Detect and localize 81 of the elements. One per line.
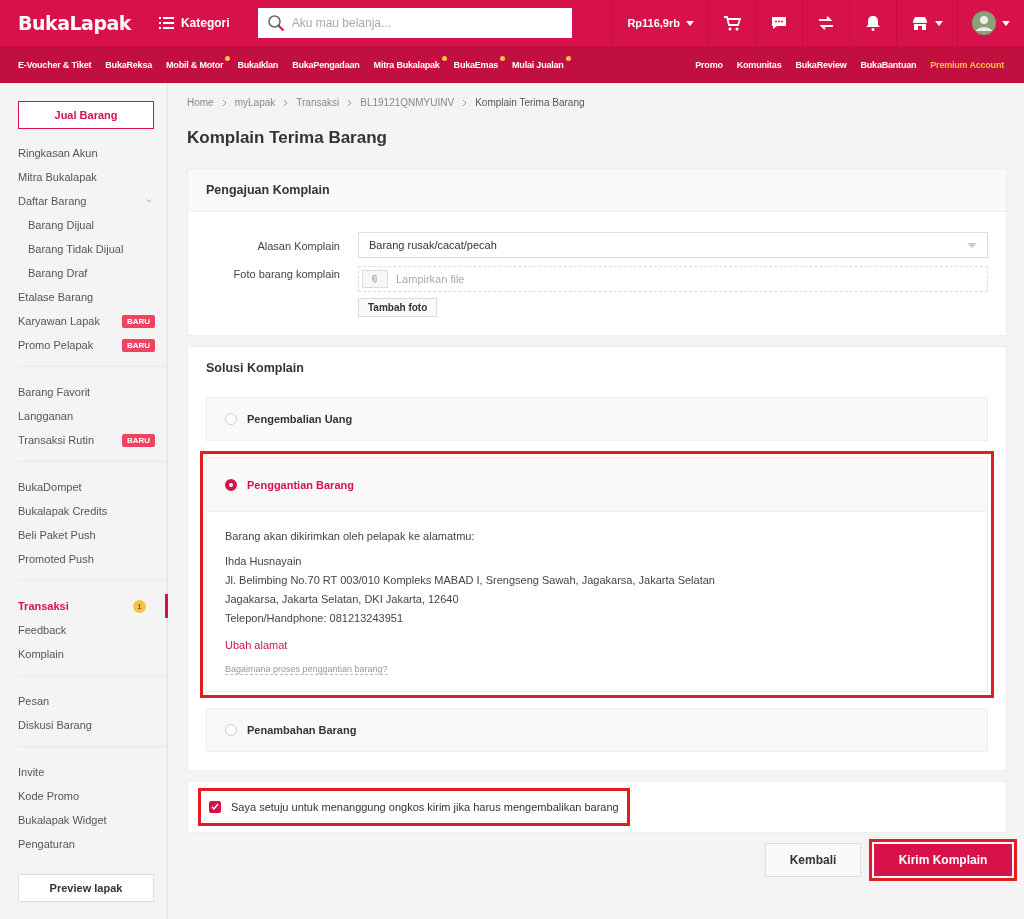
sidebar-item[interactable]: Pesan (18, 689, 167, 713)
caret-icon (1002, 20, 1010, 26)
cart-icon (723, 14, 741, 32)
sidebar-item[interactable]: Promoted Push (18, 547, 167, 571)
file-field[interactable]: Lampirkan file (358, 266, 988, 292)
bell-icon (864, 14, 882, 32)
solution-radio[interactable]: Penggantian Barang (207, 458, 987, 512)
paperclip-icon (370, 273, 380, 285)
solution-radio[interactable]: Penambahan Barang (207, 709, 987, 751)
chevron-right-icon (283, 98, 289, 107)
new-badge: BARU (121, 314, 155, 328)
menu-icon (156, 14, 175, 32)
sidebar-item[interactable]: Langganan (18, 404, 167, 428)
nav-link[interactable]: Mobil & Motor (166, 59, 230, 70)
page-title: Komplain Terima Barang (187, 128, 388, 148)
address-line: Telepon/Handphone: 081213243951 (225, 612, 404, 624)
address-line: Ihda Husnayain (225, 555, 303, 567)
sidebar-item[interactable]: Invite (18, 760, 167, 784)
nav-link[interactable]: Premium Account (930, 59, 1010, 70)
address-line: Jl. Belimbing No.70 RT 003/010 Kompleks MABAD I, Srengseng Sawah, Jagakarsa, Jakarta Selatan (225, 574, 716, 586)
nav-link[interactable]: BukaEmas (453, 59, 505, 70)
sidebar-item[interactable]: Barang Favorit (18, 380, 167, 404)
chat-bubble-icon (770, 14, 788, 32)
sidebar-item[interactable]: Feedback (18, 618, 167, 642)
nav-link[interactable]: BukaBantuan (860, 59, 923, 70)
store-icon (911, 14, 929, 32)
change-address-link[interactable]: Ubah alamat (225, 639, 969, 651)
nav-link[interactable]: E-Voucher & Tiket (18, 59, 98, 70)
consent-checkbox[interactable]: Saya setuju untuk menanggung ongkos kirim jika harus mengembalikan barang (198, 788, 630, 826)
avatar-icon (972, 11, 996, 35)
add-photo-button[interactable]: Tambah foto (358, 298, 438, 317)
sell-button[interactable]: Jual Barang (18, 101, 154, 129)
category-button[interactable]: Kategori (152, 10, 234, 36)
sidebar-item[interactable]: Komplain (18, 642, 167, 666)
sidebar-item[interactable]: Barang Dijual (18, 213, 167, 237)
nav-link[interactable]: Mitra Bukalapak (373, 59, 446, 70)
chevron-right-icon (462, 98, 468, 107)
sidebar-item[interactable]: Transaksi Rutin BARU (18, 428, 167, 452)
card-title: Pengajuan Komplain (188, 169, 1006, 212)
nav-link[interactable]: BukaIklan (237, 59, 285, 70)
caret-icon (686, 20, 694, 26)
nav-link[interactable]: Komunitas (736, 59, 788, 70)
nav-link[interactable]: Mulai Jualan (512, 59, 570, 70)
sidebar-item[interactable]: Pengaturan (18, 832, 167, 856)
nav-link[interactable]: BukaReksa (105, 59, 159, 70)
search-icon (266, 14, 285, 32)
field-label: Foto barang komplain (232, 267, 340, 280)
new-badge: BARU (121, 338, 155, 352)
sidebar-item[interactable]: Etalase Barang (18, 285, 167, 309)
back-button[interactable]: Kembali (765, 843, 861, 877)
nav-link[interactable]: BukaPengadaan (292, 59, 366, 70)
sidebar-item[interactable]: Promo Pelapak BARU (18, 333, 167, 357)
nav-link[interactable]: BukaReview (795, 59, 853, 70)
sidebar-item[interactable]: Karyawan Lapak BARU (18, 309, 167, 333)
preview-button[interactable]: Preview lapak (18, 874, 154, 902)
sidebar-item[interactable]: Kode Promo (18, 784, 167, 808)
sidebar-item[interactable]: Bukalapak Widget (18, 808, 167, 832)
sidebar-item[interactable]: Ringkasan Akun (18, 141, 167, 165)
sidebar-item[interactable]: Diskusi Barang (18, 713, 167, 737)
new-badge: BARU (121, 433, 155, 447)
caret-icon (967, 242, 977, 248)
sidebar-item[interactable]: Bukalapak Credits (18, 499, 167, 523)
logo[interactable]: BukaLapak (18, 11, 131, 35)
search-field[interactable]: Aku mau belanja... (257, 8, 572, 38)
sidebar-item[interactable]: Barang Tidak Dijual (18, 237, 167, 261)
submit-button[interactable]: Kirim Komplain (873, 843, 1013, 877)
sidebar-item[interactable]: BukaDompet (18, 475, 167, 499)
solution-radio[interactable]: Pengembalian Uang (207, 398, 987, 440)
caret-icon (935, 20, 943, 26)
chevron-right-icon (347, 98, 353, 107)
nav-link[interactable]: Promo (695, 59, 729, 70)
sidebar-item[interactable]: Mitra Bukalapak (18, 165, 167, 189)
swap-arrows-icon (817, 14, 835, 32)
field-label: Alasan Komplain (256, 239, 340, 252)
reason-dropdown[interactable]: Barang rusak/cacat/pecah (358, 232, 988, 258)
address-line: Jagakarsa, Jakarta Selatan, DKI Jakarta, 12640 (225, 593, 460, 605)
sidebar-item[interactable]: Barang Draf (18, 261, 167, 285)
chevron-right-icon (221, 98, 227, 107)
sidebar-item[interactable]: Daftar Barang (18, 189, 167, 213)
sidebar-item[interactable]: Beli Paket Push (18, 523, 167, 547)
info-text: Barang akan dikirimkan oleh pelapak ke alamatmu: (225, 530, 476, 542)
